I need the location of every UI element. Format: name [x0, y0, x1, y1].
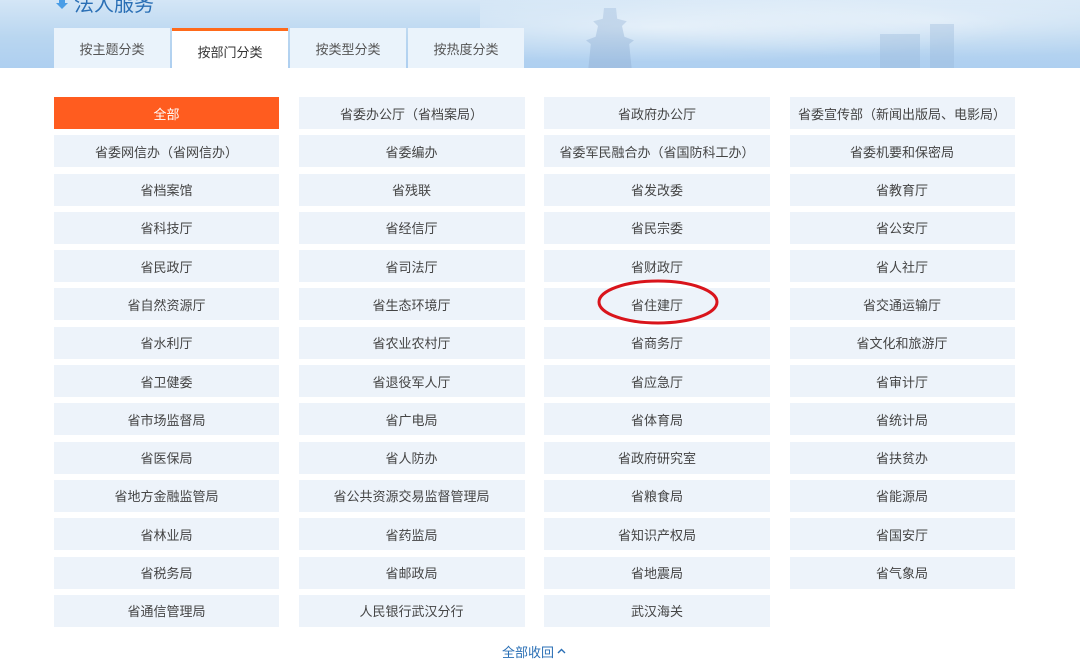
page-title-text: 法人服务: [74, 0, 154, 16]
department-item[interactable]: 省生态环境厅: [298, 288, 525, 321]
department-item[interactable]: 省应急厅: [544, 365, 770, 398]
department-item[interactable]: 省退役军人厅: [298, 365, 525, 398]
department-item[interactable]: 省知识产权局: [544, 518, 770, 551]
tab-by-type[interactable]: 按类型分类: [290, 28, 406, 68]
department-item[interactable]: 省委编办: [298, 135, 525, 168]
department-item[interactable]: 省卫健委: [54, 365, 279, 398]
department-item[interactable]: 省能源局: [789, 479, 1015, 512]
department-item[interactable]: 人民银行武汉分行: [298, 594, 525, 627]
department-item[interactable]: 省扶贫办: [789, 441, 1015, 474]
department-item[interactable]: 省委军民融合办（省国防科工办）: [544, 135, 770, 168]
department-all-button[interactable]: 全部: [54, 97, 279, 129]
department-item[interactable]: 省人社厅: [789, 250, 1015, 283]
department-item[interactable]: 省公共资源交易监督管理局: [298, 479, 525, 512]
department-item[interactable]: 省市场监督局: [54, 403, 279, 436]
department-item[interactable]: 省体育局: [544, 403, 770, 436]
department-item[interactable]: 省地震局: [544, 556, 770, 589]
department-item[interactable]: 省财政厅: [544, 250, 770, 283]
department-item[interactable]: 省经信厅: [298, 211, 525, 244]
download-arrow-icon: [56, 0, 68, 10]
department-item[interactable]: 省残联: [298, 173, 525, 206]
department-item[interactable]: 省国安厅: [789, 518, 1015, 551]
department-item[interactable]: 省粮食局: [544, 479, 770, 512]
department-item[interactable]: 省农业农村厅: [298, 326, 525, 359]
department-item[interactable]: 省自然资源厅: [54, 288, 279, 321]
banner-building: [880, 34, 920, 68]
department-item[interactable]: 省司法厅: [298, 250, 525, 283]
department-item[interactable]: 省民政厅: [54, 250, 279, 283]
tab-by-department[interactable]: 按部门分类: [172, 28, 288, 68]
department-item[interactable]: 省发改委: [544, 173, 770, 206]
department-item[interactable]: 省通信管理局: [54, 594, 279, 627]
department-item[interactable]: 省档案馆: [54, 173, 279, 206]
department-item[interactable]: 省委宣传部（新闻出版局、电影局）: [789, 97, 1015, 129]
department-item[interactable]: 省地方金融监管局: [54, 479, 279, 512]
chevron-up-icon: [557, 648, 566, 654]
department-item[interactable]: 省气象局: [789, 556, 1015, 589]
department-item[interactable]: 省水利厅: [54, 326, 279, 359]
department-item[interactable]: 省商务厅: [544, 326, 770, 359]
department-item[interactable]: 省公安厅: [789, 211, 1015, 244]
department-item[interactable]: 省文化和旅游厅: [789, 326, 1015, 359]
department-item[interactable]: 省广电局: [298, 403, 525, 436]
tab-by-topic[interactable]: 按主题分类: [54, 28, 170, 68]
department-item[interactable]: 省交通运输厅: [789, 288, 1015, 321]
tab-by-popularity[interactable]: 按热度分类: [408, 28, 524, 68]
department-item[interactable]: 省委网信办（省网信办）: [54, 135, 279, 168]
department-item[interactable]: 省委办公厅（省档案局）: [298, 97, 525, 129]
department-item[interactable]: 省民宗委: [544, 211, 770, 244]
category-tabs: 按主题分类 按部门分类 按类型分类 按热度分类: [54, 28, 526, 68]
collapse-all-button[interactable]: 全部收回: [502, 641, 566, 661]
department-item[interactable]: 省住建厅: [544, 288, 770, 321]
department-item[interactable]: 省医保局: [54, 441, 279, 474]
department-item[interactable]: 省人防办: [298, 441, 525, 474]
collapse-all-label: 全部收回: [502, 645, 555, 661]
department-item[interactable]: 武汉海关: [544, 594, 770, 627]
department-grid: 全部 省委办公厅（省档案局） 省政府办公厅 省委宣传部（新闻出版局、电影局） 省委网信办…: [54, 97, 1015, 627]
department-item[interactable]: 省政府办公厅: [544, 97, 770, 129]
banner-decoration: [480, 0, 1080, 68]
department-item[interactable]: 省科技厅: [54, 211, 279, 244]
department-item[interactable]: 省药监局: [298, 518, 525, 551]
department-item[interactable]: 省税务局: [54, 556, 279, 589]
department-item[interactable]: 省委机要和保密局: [789, 135, 1015, 168]
department-item[interactable]: 省教育厅: [789, 173, 1015, 206]
department-item[interactable]: 省审计厅: [789, 365, 1015, 398]
department-item[interactable]: 省统计局: [789, 403, 1015, 436]
department-item[interactable]: 省邮政局: [298, 556, 525, 589]
department-item[interactable]: 省政府研究室: [544, 441, 770, 474]
department-item[interactable]: 省林业局: [54, 518, 279, 551]
banner-building: [930, 24, 954, 68]
page-title: 法人服务: [56, 0, 154, 16]
